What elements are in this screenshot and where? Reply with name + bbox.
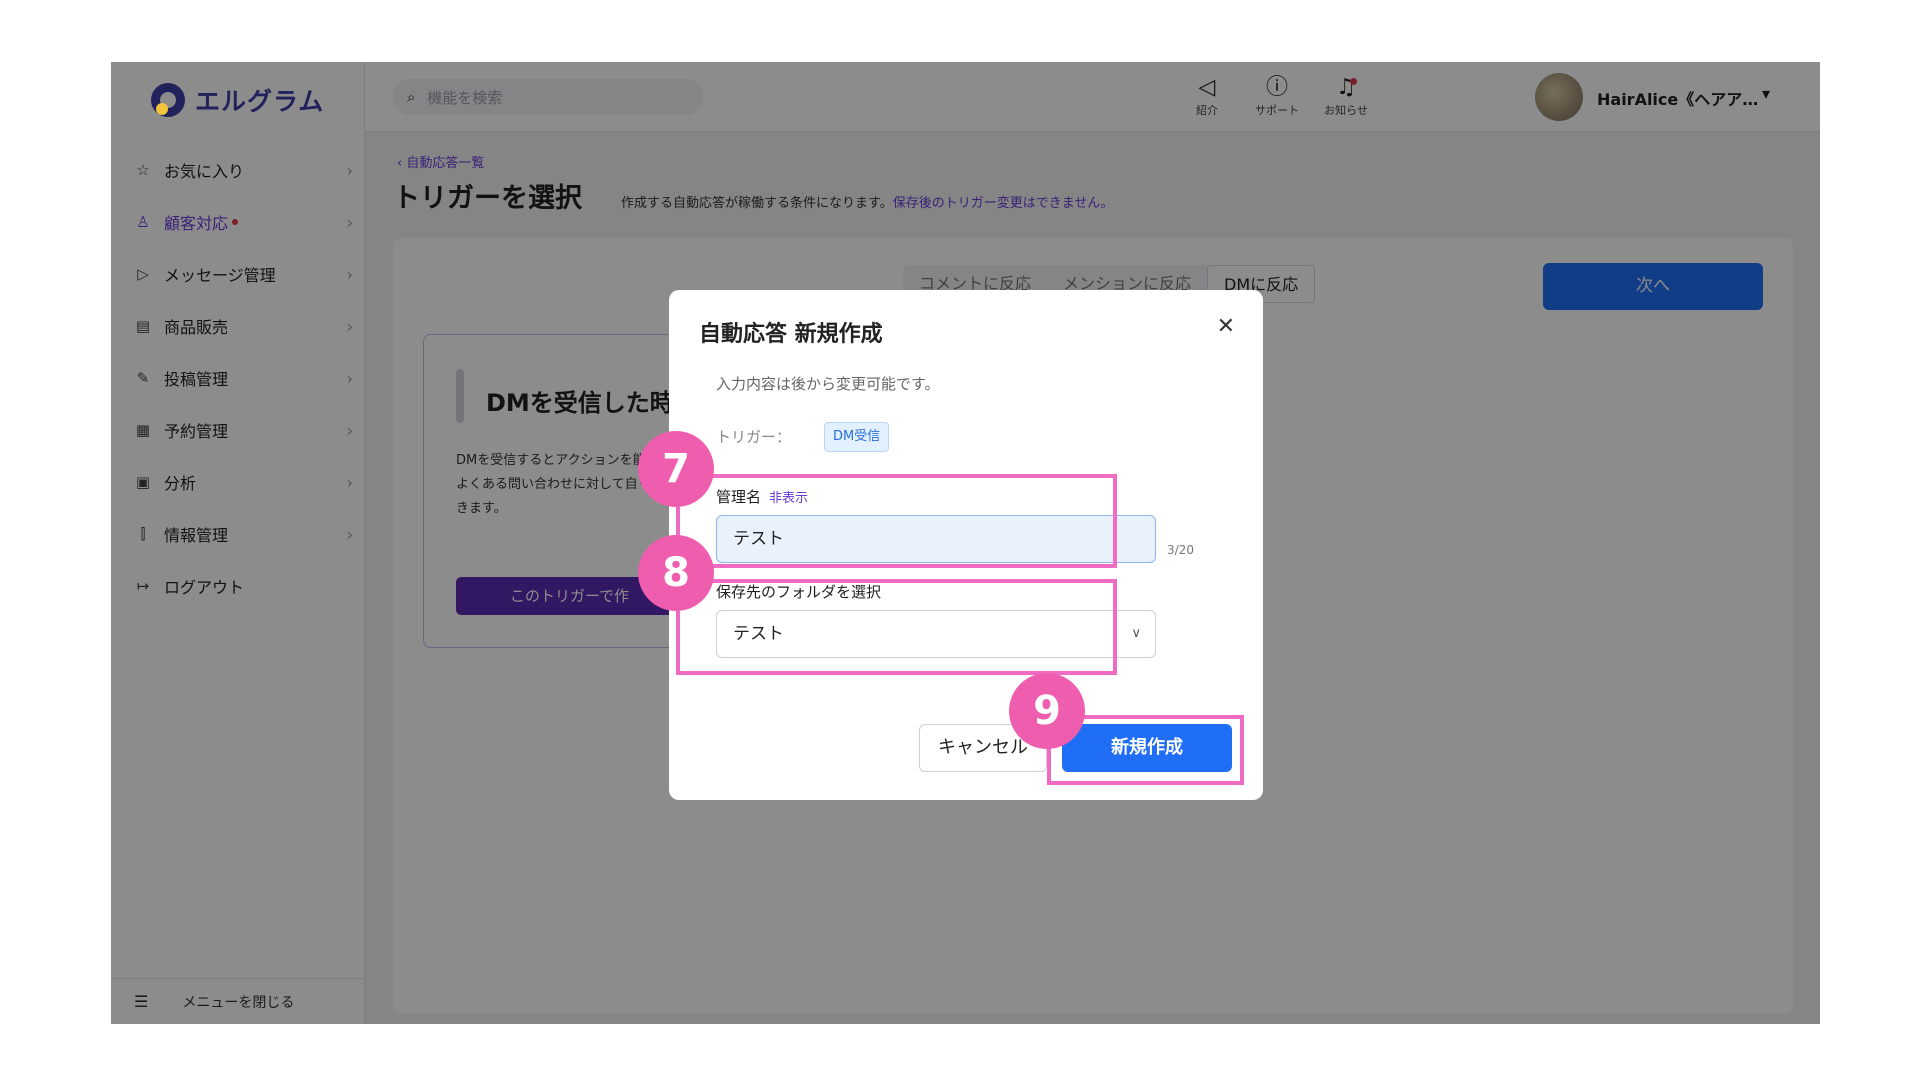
folder-select-value: テスト <box>733 624 784 644</box>
close-icon[interactable]: ✕ <box>1217 314 1235 339</box>
folder-label: 保存先のフォルダを選択 <box>716 583 882 601</box>
trigger-label: トリガー： <box>716 428 792 446</box>
step-badge-8: 8 <box>638 535 714 611</box>
hide-link[interactable]: 非表示 <box>769 491 808 506</box>
create-modal: 自動応答 新規作成 ✕ 入力内容は後から変更可能です。 トリガー： DM受信 管… <box>669 290 1263 800</box>
name-label: 管理名 非表示 <box>716 486 808 507</box>
name-input[interactable]: テスト <box>716 515 1156 563</box>
name-label-text: 管理名 <box>716 488 762 506</box>
create-button[interactable]: 新規作成 <box>1062 724 1232 772</box>
char-counter: 3/20 <box>1167 543 1194 557</box>
step-badge-9: 9 <box>1009 673 1085 749</box>
modal-note: 入力内容は後から変更可能です。 <box>716 375 940 393</box>
trigger-tag: DM受信 <box>824 422 890 452</box>
modal-title: 自動応答 新規作成 <box>699 322 883 347</box>
chevron-down-icon: ∨ <box>1131 626 1141 641</box>
app-screen: エルグラム ☆ お気に入り › ♙ 顧客対応 › ▷ メッセージ管理 › ▤ 商… <box>111 62 1820 1024</box>
folder-select[interactable]: テスト ∨ <box>716 610 1156 658</box>
step-badge-7: 7 <box>638 431 714 507</box>
